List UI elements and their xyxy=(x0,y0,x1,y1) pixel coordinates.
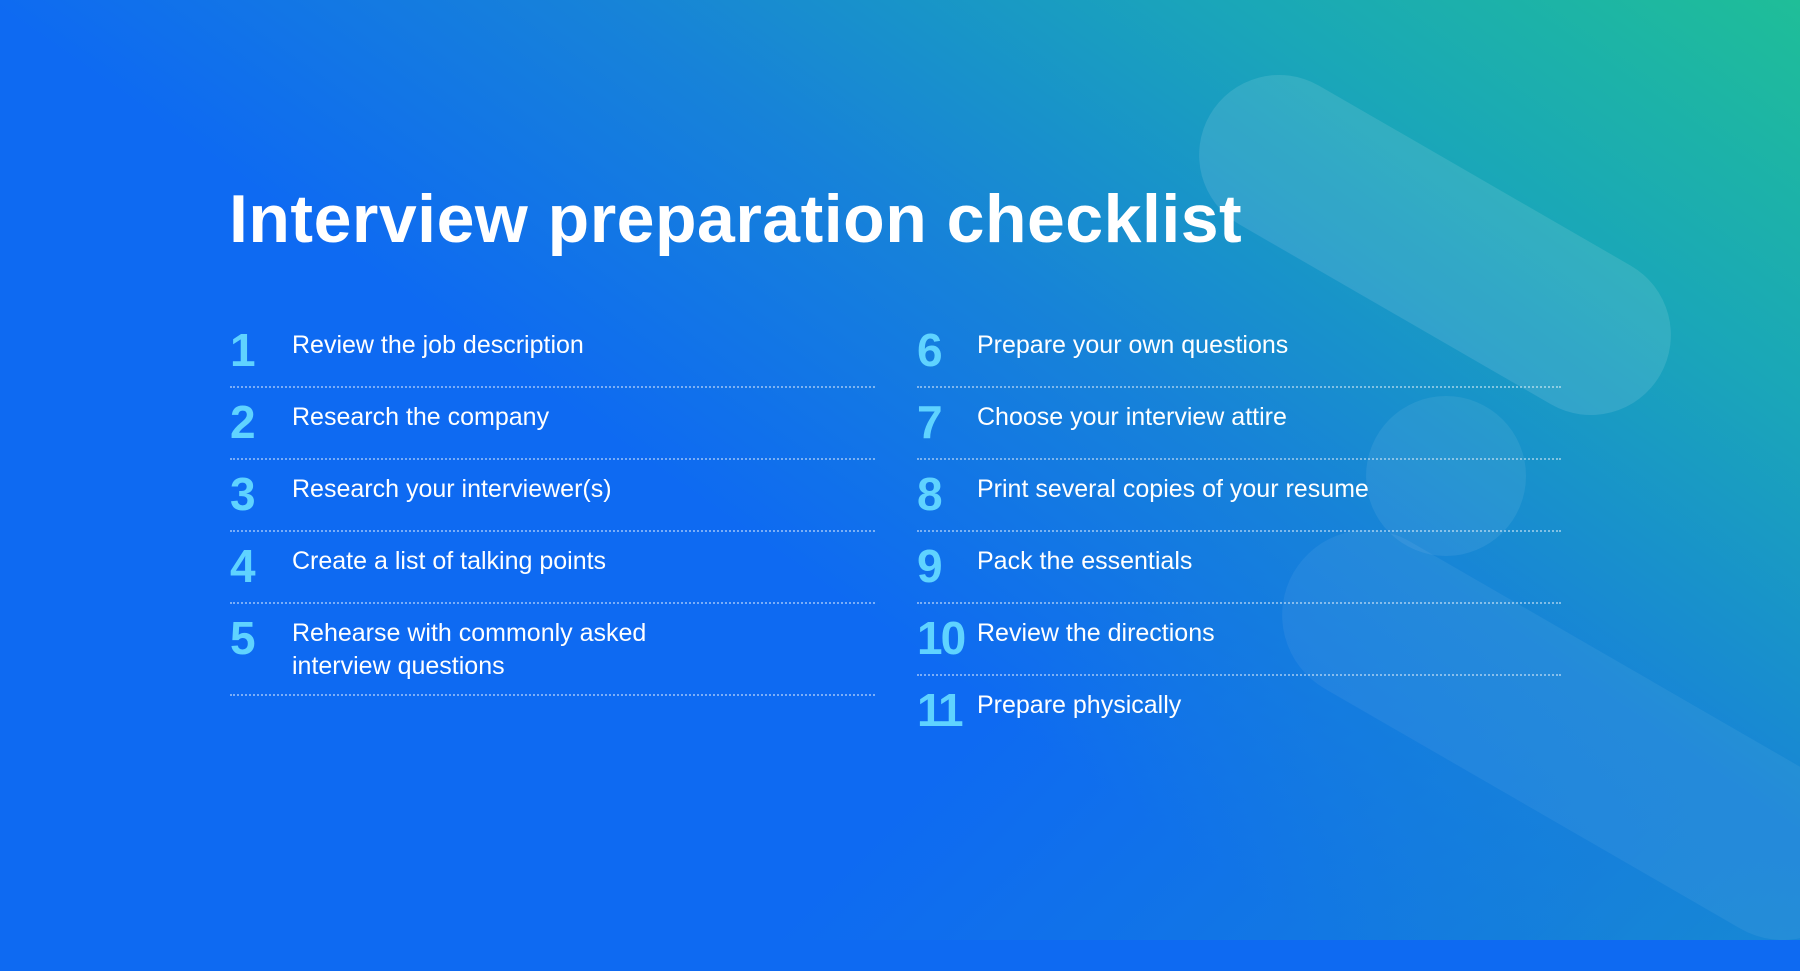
item-text: Rehearse with commonly asked interview q… xyxy=(292,619,647,680)
item-number: 10 xyxy=(917,612,966,664)
checklist-item: 10 Review the directions xyxy=(917,604,1561,676)
item-text: Research your interviewer(s) xyxy=(292,475,612,503)
item-number: 6 xyxy=(917,324,943,376)
item-text: Research the company xyxy=(292,403,550,431)
checklist-left-column: 1 Review the job description 2 Research … xyxy=(230,316,875,696)
checklist-item: 3 Research your interviewer(s) xyxy=(230,460,875,532)
checklist-item: 5 Rehearse with commonly asked interview… xyxy=(230,604,875,696)
item-number: 5 xyxy=(230,612,256,664)
checklist-item: 1 Review the job description xyxy=(230,316,875,388)
item-number: 7 xyxy=(917,396,943,448)
item-number: 4 xyxy=(230,540,256,592)
item-text: Create a list of talking points xyxy=(292,547,607,575)
checklist-item: 2 Research the company xyxy=(230,388,875,460)
item-number: 11 xyxy=(917,684,964,736)
item-number: 1 xyxy=(230,324,256,376)
item-text: Pack the essentials xyxy=(977,547,1193,575)
checklist-right-column: 6 Prepare your own questions 7 Choose yo… xyxy=(917,316,1561,746)
item-text: Review the directions xyxy=(977,619,1215,647)
item-number: 3 xyxy=(230,468,256,520)
item-text: Prepare your own questions xyxy=(977,331,1289,359)
checklist-item: 4 Create a list of talking points xyxy=(230,532,875,604)
item-text: Review the job description xyxy=(292,331,584,359)
item-text: Print several copies of your resume xyxy=(977,475,1369,503)
checklist-item: 7 Choose your interview attire xyxy=(917,388,1561,460)
item-number: 2 xyxy=(230,396,256,448)
item-number: 9 xyxy=(917,540,943,592)
page-title: Interview preparation checklist xyxy=(229,181,1243,257)
checklist-item: 8 Print several copies of your resume xyxy=(917,460,1561,532)
checklist-item: 11 Prepare physically xyxy=(917,676,1561,746)
checklist-item: 6 Prepare your own questions xyxy=(917,316,1561,388)
item-number: 8 xyxy=(917,468,943,520)
item-text: Choose your interview attire xyxy=(977,403,1287,431)
checklist-item: 9 Pack the essentials xyxy=(917,532,1561,604)
item-text: Prepare physically xyxy=(977,691,1182,719)
